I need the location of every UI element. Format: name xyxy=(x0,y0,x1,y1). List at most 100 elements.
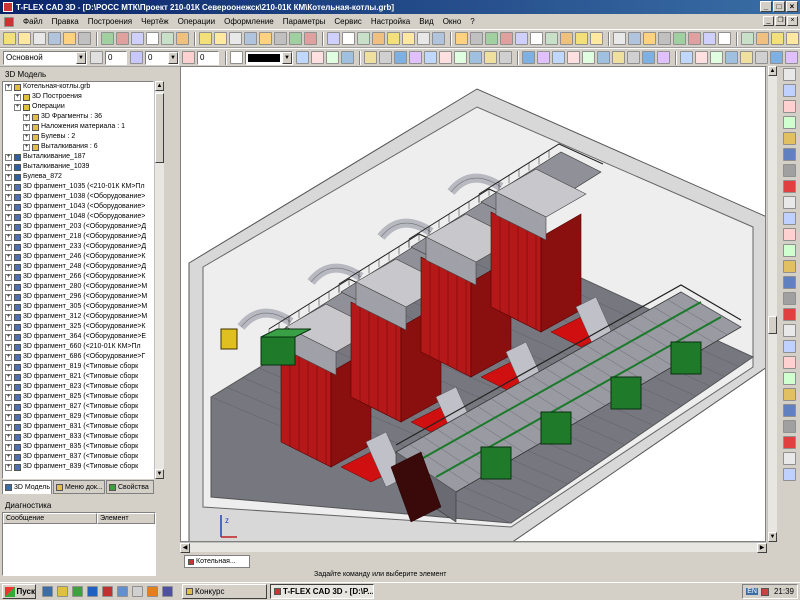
toolbar-button-icon[interactable] xyxy=(101,32,114,45)
quick-launch-icon[interactable] xyxy=(87,586,98,597)
toolbar-button-icon[interactable] xyxy=(342,32,355,45)
toolbar-button-icon[interactable] xyxy=(627,51,640,64)
toolbar-button-icon[interactable] xyxy=(311,51,324,64)
tree-item[interactable]: +3D фрагмент_660 (<210-01К КМ>Пл xyxy=(3,342,153,352)
quick-launch-icon[interactable] xyxy=(57,586,68,597)
toolbar-button-icon[interactable] xyxy=(740,51,753,64)
language-indicator[interactable]: EN xyxy=(746,588,758,595)
expand-icon[interactable]: + xyxy=(5,413,12,421)
toolbar-button-icon[interactable] xyxy=(785,51,798,64)
task-konkurs[interactable]: Конкурс xyxy=(182,584,267,599)
toolbar-button-icon[interactable] xyxy=(116,32,129,45)
doc-minimize-button[interactable]: _ xyxy=(763,16,774,26)
tray-icon[interactable] xyxy=(760,587,769,596)
toolbar-button-icon[interactable] xyxy=(18,32,31,45)
quick-launch-icon[interactable] xyxy=(42,586,53,597)
tree-item[interactable]: +3D фрагмент_831 (<Типовые сборк xyxy=(3,422,153,432)
toolbar-button-icon[interactable] xyxy=(612,51,625,64)
view-tool-icon[interactable] xyxy=(782,260,796,273)
toolbar-button-icon[interactable] xyxy=(455,32,468,45)
toolbar-button-icon[interactable] xyxy=(470,32,483,45)
color-combo[interactable]: ▼ xyxy=(245,50,293,65)
menu-help[interactable]: ? xyxy=(468,17,476,26)
expand-icon[interactable]: + xyxy=(23,133,30,141)
tree-item[interactable]: +3D фрагмент_819 (<Типовые сборк xyxy=(3,362,153,372)
toolbar-button-icon[interactable] xyxy=(741,32,754,45)
view-tool-icon[interactable] xyxy=(782,148,796,161)
tree-item[interactable]: +3D фрагмент_823 (<Типовые сборк xyxy=(3,382,153,392)
tree-item[interactable]: +3D фрагмент_835 (<Типовые сборк xyxy=(3,442,153,452)
tree-item[interactable]: +3D фрагмент_686 (<Оборудование>Г xyxy=(3,352,153,362)
toolbar-button-icon[interactable] xyxy=(199,32,212,45)
view-tool-icon[interactable] xyxy=(782,212,796,225)
start-button[interactable]: Пуск xyxy=(2,584,36,599)
menu-drawing[interactable]: Чертёж xyxy=(139,17,171,26)
toolbar-button-icon[interactable] xyxy=(718,32,731,45)
toolbar-button-icon[interactable] xyxy=(454,51,467,64)
quick-launch-icon[interactable] xyxy=(117,586,128,597)
expand-icon[interactable]: + xyxy=(5,243,12,251)
toolbar-button-icon[interactable] xyxy=(770,51,783,64)
tree-item[interactable]: +3D фрагмент_1038 (<Оборудование> xyxy=(3,192,153,202)
column-element[interactable]: Элемент xyxy=(97,513,155,524)
toolbar-button-icon[interactable] xyxy=(597,51,610,64)
expand-icon[interactable]: + xyxy=(5,253,12,261)
toolbar-button-icon[interactable] xyxy=(296,51,309,64)
toolbar-button-icon[interactable] xyxy=(522,51,535,64)
toolbar-button-icon[interactable] xyxy=(710,51,723,64)
tab-properties[interactable]: Свойства xyxy=(106,480,154,494)
menu-parameters[interactable]: Параметры xyxy=(281,17,328,26)
view-tool-icon[interactable] xyxy=(782,372,796,385)
toolbar-button-icon[interactable] xyxy=(582,51,595,64)
expand-icon[interactable]: + xyxy=(5,323,12,331)
expand-icon[interactable]: + xyxy=(23,143,30,151)
viewport-vscroll[interactable]: ▲ ▼ xyxy=(767,66,777,542)
menu-operations[interactable]: Операции xyxy=(176,17,217,26)
tree-item[interactable]: + Булевы : 2 xyxy=(3,132,153,142)
toolbar-button-icon[interactable] xyxy=(484,51,497,64)
tree-scrollbar[interactable]: ▲ ▼ xyxy=(154,81,164,479)
toolbar-button-icon[interactable] xyxy=(771,32,784,45)
toolbar-button-icon[interactable] xyxy=(357,32,370,45)
toolbar-button-icon[interactable] xyxy=(658,32,671,45)
toolbar-button-icon[interactable] xyxy=(424,51,437,64)
toolbar-button-icon[interactable] xyxy=(673,32,686,45)
expand-icon[interactable]: + xyxy=(5,213,12,221)
view-tool-icon[interactable] xyxy=(782,116,796,129)
toolbar-button-icon[interactable] xyxy=(657,51,670,64)
toolbar-button-icon[interactable] xyxy=(379,51,392,64)
toolbar-button-icon[interactable] xyxy=(590,32,603,45)
expand-icon[interactable]: + xyxy=(5,463,12,471)
toolbar-button-icon[interactable] xyxy=(485,32,498,45)
view-tool-icon[interactable] xyxy=(782,420,796,433)
minimize-button[interactable]: _ xyxy=(760,1,772,12)
menu-file[interactable]: Файл xyxy=(21,17,45,26)
expand-icon[interactable]: + xyxy=(14,93,21,101)
view-tool-icon[interactable] xyxy=(782,276,796,289)
tree-item[interactable]: +3D фрагмент_837 (<Типовые сборк xyxy=(3,452,153,462)
tree-item[interactable]: +3D фрагмент_1048 (<Оборудование> xyxy=(3,212,153,222)
tree-item[interactable]: +3D фрагмент_325 (<Оборудование>К xyxy=(3,322,153,332)
expand-icon[interactable]: + xyxy=(5,263,12,271)
toolbar-button-icon[interactable] xyxy=(680,51,693,64)
expand-icon[interactable]: + xyxy=(5,163,12,171)
toolbar-button-icon[interactable] xyxy=(274,32,287,45)
tree-item[interactable]: +3D фрагмент_827 (<Типовые сборк xyxy=(3,402,153,412)
level-icon[interactable] xyxy=(90,51,103,64)
menu-view[interactable]: Вид xyxy=(417,17,435,26)
toolbar-button-icon[interactable] xyxy=(552,51,565,64)
3d-scene[interactable]: z xyxy=(181,67,766,542)
document-tab[interactable]: Котельная... xyxy=(184,555,250,568)
toolbar-button-icon[interactable] xyxy=(327,32,340,45)
expand-icon[interactable]: + xyxy=(5,273,12,281)
menu-edit[interactable]: Правка xyxy=(50,17,81,26)
toolbar-button-icon[interactable] xyxy=(176,32,189,45)
tree-item[interactable]: + Наложения материала : 1 xyxy=(3,122,153,132)
view-tool-icon[interactable] xyxy=(782,436,796,449)
toolbar-button-icon[interactable] xyxy=(567,51,580,64)
expand-icon[interactable]: + xyxy=(5,373,12,381)
toolbar-button-icon[interactable] xyxy=(364,51,377,64)
expand-icon[interactable]: + xyxy=(5,333,12,341)
expand-icon[interactable]: + xyxy=(5,183,12,191)
toolbar-button-icon[interactable] xyxy=(372,32,385,45)
